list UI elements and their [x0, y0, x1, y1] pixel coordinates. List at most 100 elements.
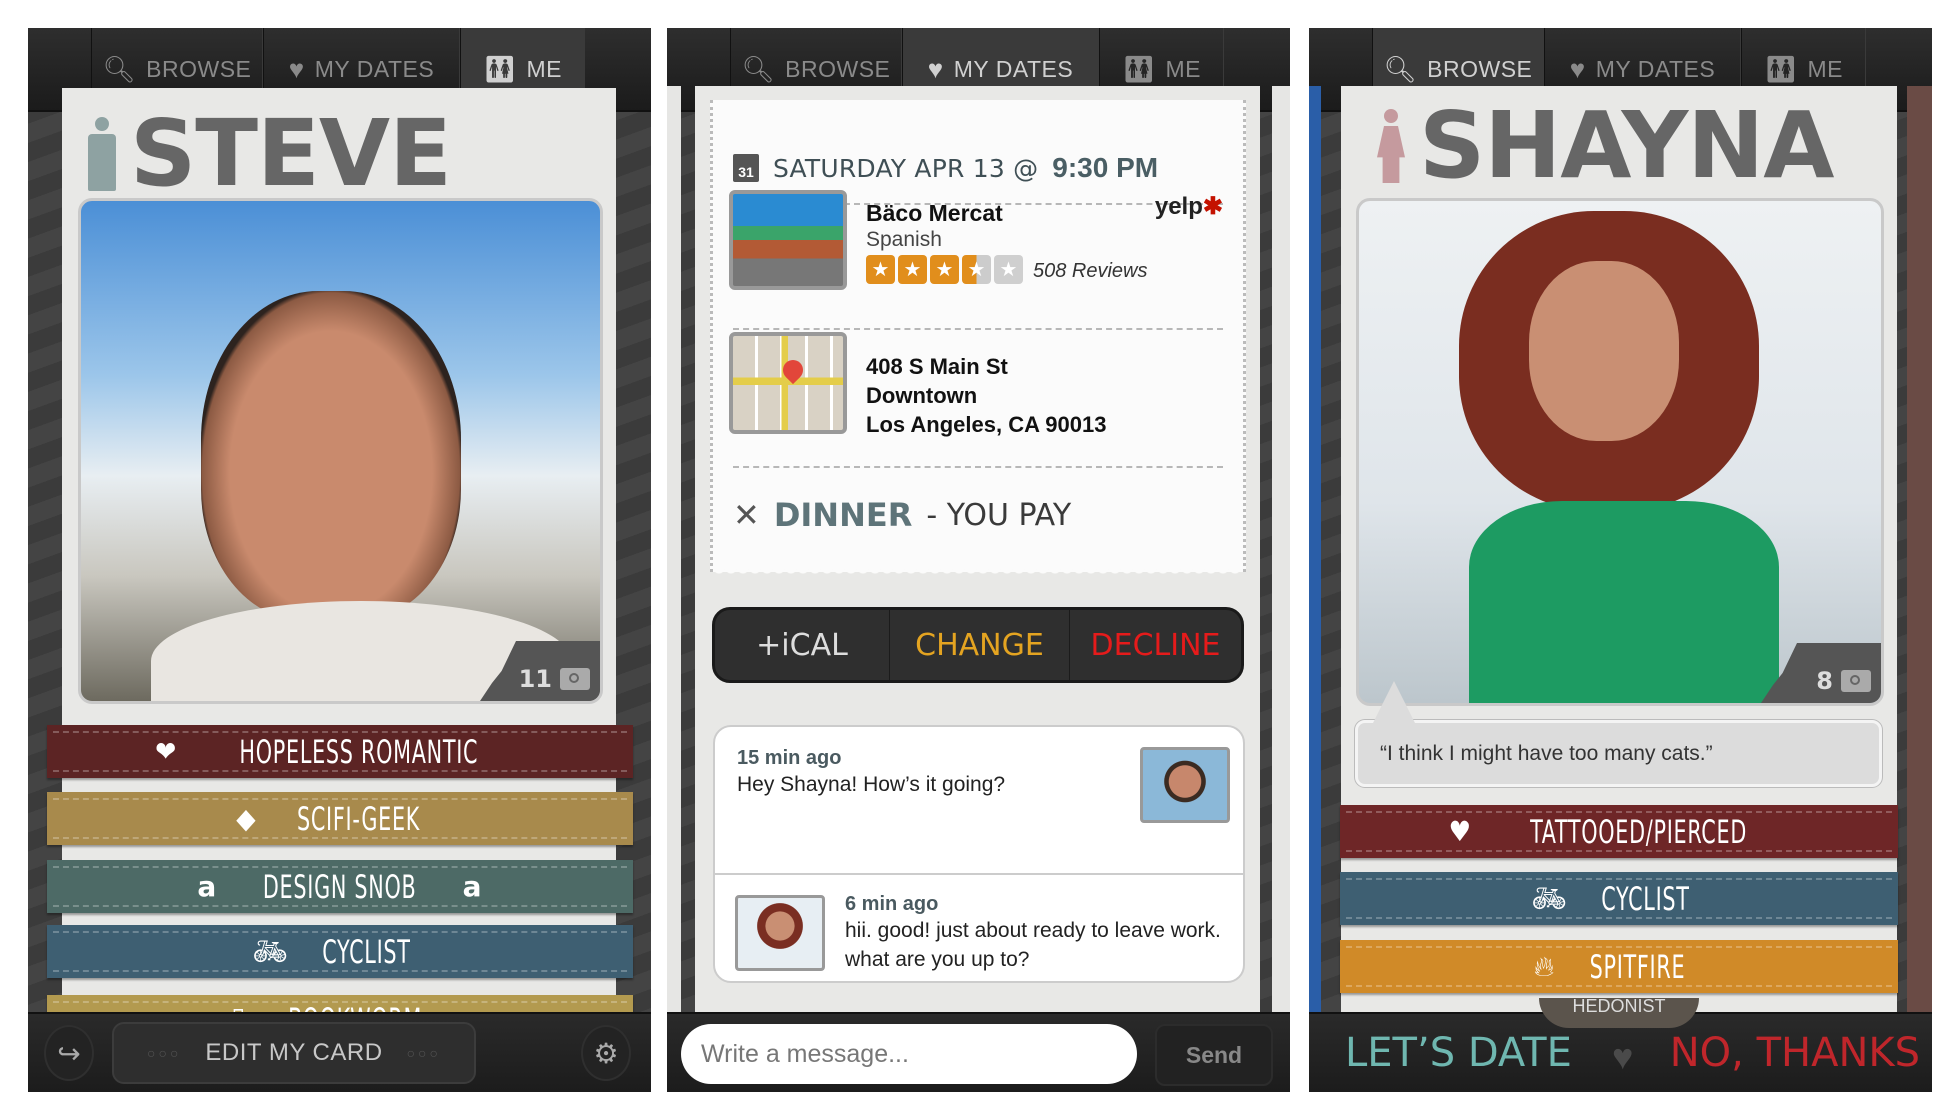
map-pin-icon — [778, 355, 808, 385]
tag-design-snob: a DESIGN SNOB a — [47, 860, 633, 913]
gear-icon: ⚙ — [593, 1037, 619, 1069]
lets-date-button[interactable]: LET’S DATE — [1345, 1030, 1572, 1076]
message-body: 15 min ago Hey Shayna! How’s it going? — [737, 747, 1005, 799]
female-icon — [1377, 109, 1405, 183]
tab-me-label: ME — [526, 55, 562, 82]
message: 6 min ago hii. good! just about ready to… — [715, 875, 1243, 981]
heart-banner-icon: ♥ — [1448, 815, 1473, 848]
date-header: 31 SATURDAY APR 13 @ 9:30 PM — [733, 152, 1158, 184]
search-icon: 🔍︎ — [741, 53, 776, 84]
no-thanks-button[interactable]: NO, THANKS — [1670, 1030, 1920, 1076]
tab-me-label: ME — [1165, 55, 1201, 82]
message: 15 min ago Hey Shayna! How’s it going? — [715, 727, 1243, 875]
date-day: SATURDAY APR 13 @ — [773, 153, 1039, 183]
restaurant-name[interactable]: Bäco Mercat — [866, 200, 1003, 227]
name-row: SHAYNA — [1377, 92, 1834, 199]
photo-count[interactable]: 11 — [519, 665, 590, 693]
search-icon: 🔍︎ — [1383, 53, 1418, 84]
photo-count-value: 8 — [1816, 667, 1833, 695]
edit-my-card-button[interactable]: ○○○ EDIT MY CARD ○○○ — [112, 1022, 476, 1084]
message-text: Hey Shayna! How’s it going? — [737, 773, 1006, 796]
date-ticket: 31 SATURDAY APR 13 @ 9:30 PM Bäco Mercat… — [710, 100, 1246, 578]
camera-icon — [1841, 670, 1871, 692]
face — [1529, 261, 1679, 441]
heart-icon: ♥ — [1612, 1036, 1634, 1077]
camera-icon — [560, 668, 590, 690]
avatar[interactable] — [1140, 747, 1230, 823]
broken-heart-icon: ❤︎ — [155, 735, 178, 768]
map-thumbnail[interactable] — [729, 332, 847, 434]
bottom-bar: ↪ ○○○ EDIT MY CARD ○○○ ⚙ — [28, 1012, 651, 1092]
profile-name: STEVE — [130, 100, 452, 207]
profile-photo[interactable]: 11 — [78, 198, 603, 704]
calendar-icon: 31 — [733, 154, 759, 182]
compose-bar: Send — [667, 1012, 1290, 1092]
photo-count-value: 11 — [518, 665, 552, 693]
profile-quote: “I think I might have too many cats.” — [1355, 720, 1882, 787]
heart-icon: ♥ — [288, 53, 305, 84]
send-button[interactable]: Send — [1155, 1024, 1273, 1086]
me-screen: 🔍︎ BROWSE ♥ MY DATES 🚻︎ ME STEVE 11 ❤︎ H… — [28, 28, 651, 1092]
message-thread: 15 min ago Hey Shayna! How’s it going? 6… — [713, 725, 1245, 983]
prev-card-peek[interactable] — [1309, 86, 1321, 1086]
restaurant-photo[interactable] — [729, 190, 847, 290]
couple-icon: 🚻︎ — [1763, 53, 1798, 84]
flame-icon: 🔥︎ — [1533, 949, 1556, 983]
yelp-logo[interactable]: yelp✱ — [1155, 192, 1223, 221]
search-icon: 🔍︎ — [102, 53, 137, 84]
tab-my-dates-label: MY DATES — [953, 55, 1074, 82]
photo-count[interactable]: 8 — [1816, 667, 1871, 695]
male-icon — [88, 117, 116, 191]
tab-browse-label: BROWSE — [785, 55, 891, 82]
star-full-icon: ★ — [898, 255, 927, 284]
tag-hopeless-romantic: ❤︎ HOPELESS ROMANTIC — [47, 725, 633, 778]
decision-bar: HEDONIST LET’S DATE ♥ NO, THANKS — [1309, 998, 1932, 1092]
settings-button[interactable]: ⚙ — [581, 1025, 631, 1081]
bicycle-icon: 🚲︎ — [1531, 882, 1568, 915]
date-actions: +iCAL CHANGE DECLINE — [712, 607, 1244, 683]
profile-name: SHAYNA — [1419, 92, 1834, 199]
face — [201, 291, 461, 621]
add-ical-button[interactable]: +iCAL — [715, 610, 890, 680]
couple-icon: 🚻︎ — [1121, 53, 1156, 84]
date-time: 9:30 PM — [1052, 152, 1159, 183]
heart-icon: ♥ — [1569, 53, 1586, 84]
dots-right: ○○○ — [406, 1045, 441, 1061]
review-count[interactable]: 508 Reviews — [1033, 260, 1148, 283]
tab-browse-label: BROWSE — [1427, 55, 1533, 82]
restaurant-category: Spanish — [866, 228, 942, 251]
change-button[interactable]: CHANGE — [890, 610, 1070, 680]
ufo-icon: ◆ — [236, 802, 257, 835]
share-icon: ↪ — [57, 1037, 81, 1069]
tab-browse-label: BROWSE — [146, 55, 252, 82]
share-button[interactable]: ↪ — [44, 1025, 94, 1081]
font-a-icon: a — [462, 870, 483, 903]
next-card-peek — [1272, 86, 1290, 1086]
calendar-day: 31 — [738, 164, 754, 180]
message-time: 15 min ago — [737, 747, 842, 769]
date-type-label: DINNER — [773, 496, 913, 534]
profile-photo[interactable]: 8 — [1356, 198, 1884, 706]
tag-hedonist-peek: HEDONIST — [1539, 998, 1699, 1028]
tab-me-label: ME — [1807, 55, 1843, 82]
tag-spitfire: 🔥︎ SPITFIRE — [1340, 940, 1898, 993]
avatar[interactable] — [735, 895, 825, 971]
message-body: 6 min ago hii. good! just about ready to… — [845, 893, 1225, 974]
decline-button[interactable]: DECLINE — [1070, 610, 1241, 680]
address-line1: 408 S Main St — [866, 354, 1008, 379]
tag-cyclist: 🚲︎ CYCLIST — [1340, 872, 1898, 925]
next-card-peek[interactable] — [1907, 86, 1932, 1086]
address-line2: Downtown — [866, 383, 978, 408]
message-input[interactable] — [681, 1024, 1137, 1084]
couple-icon: 🚻︎ — [482, 53, 517, 84]
dots-left: ○○○ — [147, 1045, 182, 1061]
date-type: ✕ DINNER - YOU PAY — [733, 496, 1071, 534]
star-full-icon: ★ — [930, 255, 959, 284]
message-text: hii. good! just about ready to leave wor… — [845, 919, 1221, 971]
address: 408 S Main St Downtown Los Angeles, CA 9… — [866, 352, 1106, 439]
edit-my-card-label: EDIT MY CARD — [205, 1039, 383, 1066]
divider — [733, 328, 1223, 330]
name-row: STEVE — [88, 100, 452, 207]
message-time: 6 min ago — [845, 893, 939, 915]
my-dates-screen: 🔍︎ BROWSE ♥ MY DATES 🚻︎ ME 31 SATURDAY A… — [667, 28, 1290, 1092]
